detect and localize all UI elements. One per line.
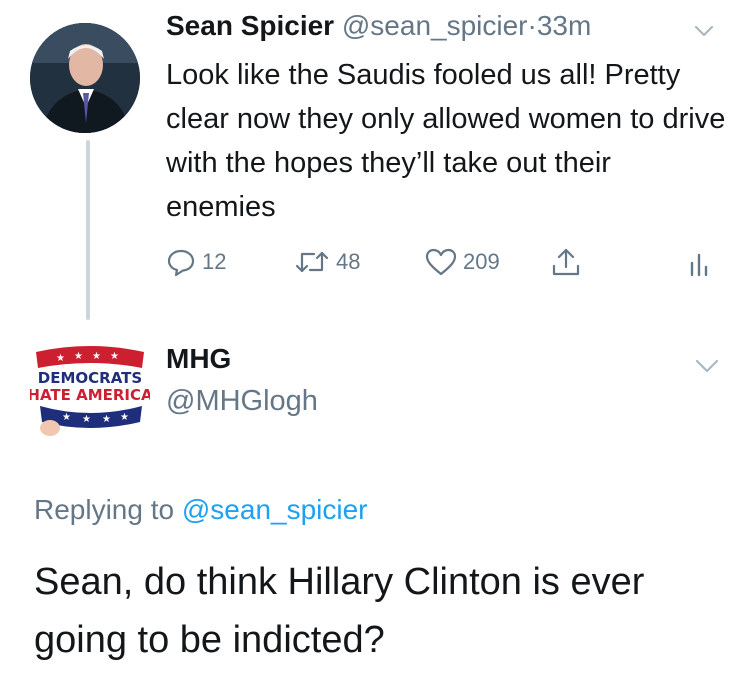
svg-text:★: ★ — [102, 414, 111, 425]
chevron-down-icon[interactable] — [694, 24, 714, 38]
chevron-down-icon[interactable] — [695, 358, 719, 374]
svg-text:★: ★ — [74, 351, 83, 362]
author-avatar[interactable] — [30, 23, 140, 133]
replying-prefix: Replying to — [34, 494, 175, 525]
like-button[interactable]: 209 — [425, 244, 500, 280]
svg-text:★: ★ — [56, 353, 65, 364]
analytics-icon — [688, 247, 714, 277]
avatar-text-top: DEMOCRATS — [38, 369, 142, 387]
reply-author-avatar[interactable]: ★ ★ ★ ★ DEMOCRATS HATE AMERICA ★ ★ ★ ★ — [27, 338, 153, 438]
avatar-photo-icon — [30, 23, 140, 133]
tweet-text: Look like the Saudis fooled us all! Pret… — [166, 59, 726, 223]
svg-text:★: ★ — [110, 351, 119, 362]
retweet-button[interactable]: 48 — [294, 244, 360, 280]
reply-text: Sean, do think Hillary Clinton is ever g… — [34, 561, 645, 661]
retweet-count: 48 — [336, 249, 361, 274]
like-count: 209 — [463, 249, 500, 274]
svg-text:★: ★ — [120, 412, 129, 423]
share-button[interactable] — [550, 244, 582, 280]
reply-count: 12 — [202, 249, 227, 274]
svg-text:★: ★ — [82, 414, 91, 425]
analytics-button[interactable] — [688, 244, 714, 280]
retweet-icon — [294, 247, 330, 277]
replying-to-link[interactable]: @sean_spicier — [182, 494, 368, 525]
tweet-time[interactable]: 33m — [537, 10, 591, 41]
author-name[interactable]: Sean Spicier — [166, 10, 334, 41]
like-icon — [425, 247, 457, 277]
reply-icon — [166, 247, 196, 277]
replying-to: Replying to @sean_spicier — [34, 492, 368, 528]
separator-dot: · — [527, 10, 537, 41]
tweet-header: Sean Spicier @sean_spicier·33m — [166, 9, 591, 43]
thread-line — [86, 140, 90, 320]
avatar-text-bottom: HATE AMERICA — [30, 386, 150, 404]
reply-author-handle[interactable]: @MHGlogh — [166, 384, 318, 418]
reply-author-name[interactable]: MHG — [166, 342, 231, 376]
share-icon — [550, 246, 582, 278]
reply-button[interactable]: 12 — [166, 244, 226, 280]
democrats-logo-icon: ★ ★ ★ ★ DEMOCRATS HATE AMERICA ★ ★ ★ ★ — [27, 346, 153, 436]
author-handle[interactable]: @sean_spicier — [342, 10, 528, 41]
svg-text:★: ★ — [62, 412, 71, 423]
svg-text:★: ★ — [92, 351, 101, 362]
